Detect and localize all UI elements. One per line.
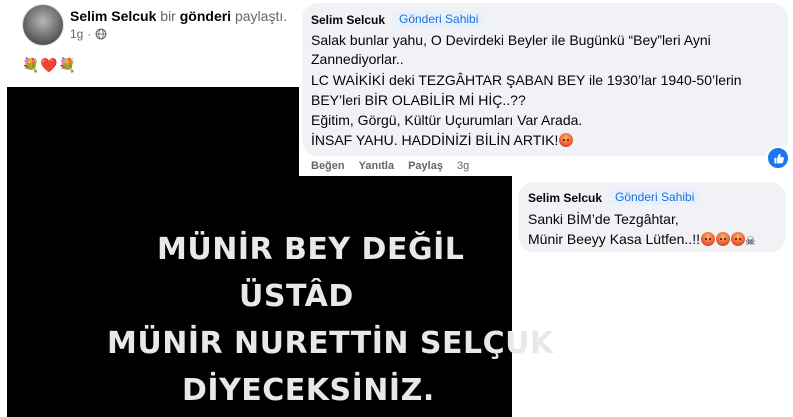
- angry-emoji-icon: [730, 232, 745, 246]
- thumbs-up-icon: [773, 153, 784, 163]
- image-text-line-1: MÜNİR BEY DEĞİL: [157, 232, 465, 267]
- meta-separator: ·: [87, 27, 92, 41]
- angry-emoji-icon: [715, 232, 730, 246]
- comment-line-6-wrap: İNSAF YAHU. HADDİNİZİ BİLİN ARTIK!: [311, 132, 574, 148]
- comment-line-6: İNSAF YAHU. HADDİNİZİ BİLİN ARTIK!: [311, 132, 559, 148]
- comment-bubble: Selim Selcuk Gönderi Sahibi Salak bunlar…: [302, 3, 788, 156]
- comment-author-name[interactable]: Selim Selcuk: [528, 191, 602, 205]
- post-text-bir: bir: [160, 8, 176, 24]
- post-title-line: Selim Selcuk bir gönderi paylaştı.: [70, 8, 287, 24]
- skull-icon: ☠: [744, 234, 756, 248]
- post-author-name[interactable]: Selim Selcuk: [70, 8, 156, 24]
- comment-line-2: Zannediyorlar..: [311, 51, 404, 67]
- image-text-line-3: MÜNİR NURETTİN SELÇUK: [107, 326, 554, 361]
- comment-line-4: BEY’leri BİR OLABİLİR Mİ HİÇ..??: [311, 92, 526, 108]
- globe-icon: [95, 28, 107, 40]
- comment-actions: Beğen Yanıtla Paylaş 3g: [311, 160, 469, 172]
- author-badge: Gönderi Sahibi: [394, 11, 484, 27]
- angry-emoji-icon: [559, 133, 574, 147]
- post-text-paylasti: paylaştı.: [234, 8, 288, 24]
- post-emojis: 💐❤️💐: [22, 57, 78, 73]
- comment-timestamp[interactable]: 3g: [457, 160, 469, 172]
- share-button[interactable]: Paylaş: [408, 160, 443, 172]
- comment-author-name[interactable]: Selim Selcuk: [311, 13, 385, 27]
- post-timestamp[interactable]: 1g: [70, 27, 83, 41]
- comment-line-2: Münir Beeyy Kasa Lütfen..!!: [528, 231, 700, 247]
- like-reaction-icon[interactable]: [766, 146, 790, 170]
- like-button[interactable]: Beğen: [311, 160, 345, 172]
- comment-2: Selim Selcuk Gönderi Sahibi Sanki BİM’de…: [515, 178, 793, 254]
- reply-button[interactable]: Yanıtla: [359, 160, 394, 172]
- post-meta: 1g ·: [70, 27, 107, 41]
- comment-bubble: Selim Selcuk Gönderi Sahibi Sanki BİM’de…: [518, 182, 786, 252]
- comment-line-1: Sanki BİM’de Tezgâhtar,: [528, 211, 679, 227]
- post-header: Selim Selcuk bir gönderi paylaştı. 1g ·: [14, 0, 304, 90]
- angry-emoji-icon: [700, 232, 715, 246]
- comment-line-2-wrap: Münir Beeyy Kasa Lütfen..!! ☠: [528, 231, 756, 248]
- image-text-line-2: ÜSTÂD: [239, 279, 354, 314]
- image-text-line-4: DİYECEKSİNİZ.: [182, 373, 435, 408]
- post-link-gonderi[interactable]: gönderi: [180, 8, 231, 24]
- comment-line-5: Eğitim, Görgü, Kültür Uçurumları Var Ara…: [311, 112, 583, 128]
- comment-1: Selim Selcuk Gönderi Sahibi Salak bunlar…: [299, 0, 793, 176]
- avatar[interactable]: [22, 4, 64, 46]
- comment-line-3: LC WAİKİKİ deki TEZGÂHTAR ŞABAN BEY ile …: [311, 72, 742, 88]
- author-badge: Gönderi Sahibi: [610, 189, 700, 205]
- comment-line-1: Salak bunlar yahu, O Devirdeki Beyler il…: [311, 32, 711, 48]
